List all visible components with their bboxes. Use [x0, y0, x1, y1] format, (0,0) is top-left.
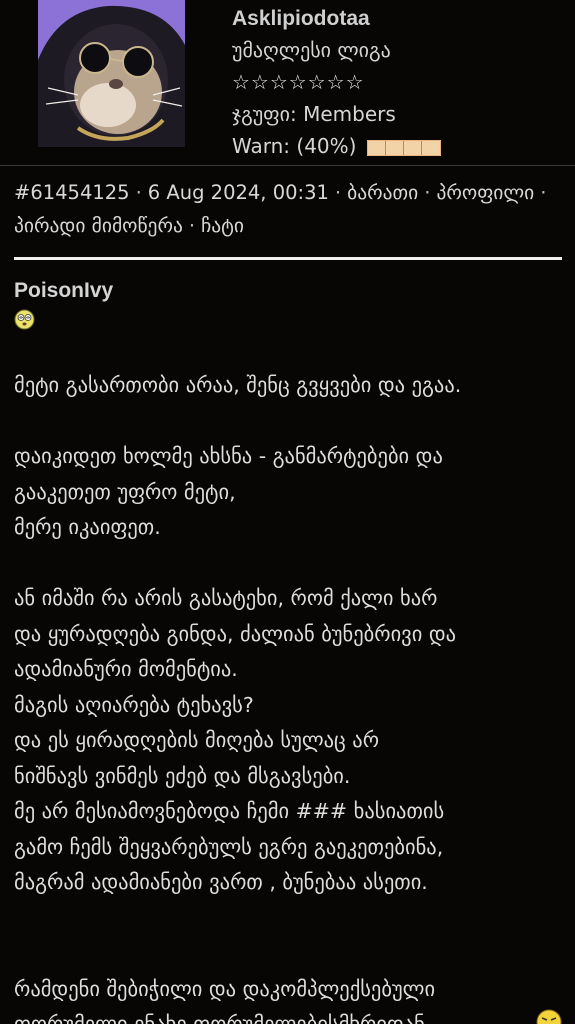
post-line: დაიკიდეთ ხოლმე ახსნა - განმარტებები და	[14, 444, 443, 468]
user-avatar[interactable]	[38, 0, 185, 147]
post-line: გააკეთეთ უფრო მეტი,	[14, 479, 236, 504]
post-body: მეტი გასართობი არაა, შენც გვყვები და ეგა…	[14, 368, 570, 1024]
user-group: ჯგუფი: Members	[232, 102, 396, 126]
warn-segment	[403, 140, 422, 155]
post-line: ფორუმელი ენახე ფორუმელებისმხრიდან	[14, 1012, 425, 1024]
post-line: მე არ მესიამოვნებოდა ჩემი ### ხასიათის	[14, 799, 445, 823]
header-separator	[0, 165, 575, 166]
post-line: ან იმაში რა არის გასატეხი, რომ ქალი ხარ	[14, 586, 438, 610]
card-link[interactable]: ბარათი	[347, 181, 418, 204]
laughing-smiley-icon	[536, 1009, 562, 1024]
profile-info: Asklipiodotaa უმაღლესი ლიგა ☆☆☆☆☆☆☆ ჯგუფ…	[232, 4, 562, 162]
post-datetime: 6 Aug 2024, 00:31	[147, 181, 329, 204]
quote-author[interactable]: PoisonIvy	[14, 279, 113, 303]
warn-segment	[367, 140, 386, 155]
post-line: და ყურადღება გინდა, ძალიან ბუნებრივი და	[14, 621, 456, 646]
post-line: მეტი გასართობი არაა, შენც გვყვები და ეგა…	[14, 373, 462, 397]
post-line: მერე იკაიფეთ.	[14, 515, 161, 539]
post-line: და ეს ყირადღების მიღება სულაც არ	[14, 728, 380, 752]
warn-segment	[385, 140, 404, 155]
post-divider	[14, 257, 562, 260]
post-line: რამდენი შებიჭილი და დაკომპლექსებული	[14, 976, 436, 1001]
post-id-link[interactable]: #61454125	[14, 181, 130, 204]
rank-stars: ☆☆☆☆☆☆☆	[232, 70, 365, 94]
post-line: მაგრამ ადამიანები ვართ , ბუნებაა ასეთი.	[14, 870, 428, 894]
warn-row: Warn: (40%)	[232, 130, 562, 162]
warn-label: Warn: (40%)	[232, 134, 357, 158]
private-message-link[interactable]: პირადი მიმოწერა	[14, 214, 183, 237]
user-rank: უმაღლესი ლიგა	[232, 38, 391, 62]
post-line: მაგის აღიარება ტეხავს?	[14, 692, 254, 717]
post-line: გამო ჩემს შეყვარებულს ეგრე გაეკეთებინა,	[14, 834, 444, 859]
post-line: ნიშნავს ვინმეს ეძებ და მსგავსები.	[14, 763, 351, 788]
post-line: ადამიანური მომენტია.	[14, 657, 238, 681]
username[interactable]: Asklipiodotaa	[232, 4, 562, 34]
profile-link[interactable]: პროფილი	[436, 181, 534, 204]
dizzy-smiley-icon	[14, 309, 35, 330]
warn-segment	[421, 140, 439, 155]
post-meta: #61454125 · 6 Aug 2024, 00:31 · ბარათი · პროფი…	[14, 181, 547, 237]
chat-link[interactable]: ჩატი	[201, 214, 244, 237]
warn-level-bar	[366, 139, 441, 156]
